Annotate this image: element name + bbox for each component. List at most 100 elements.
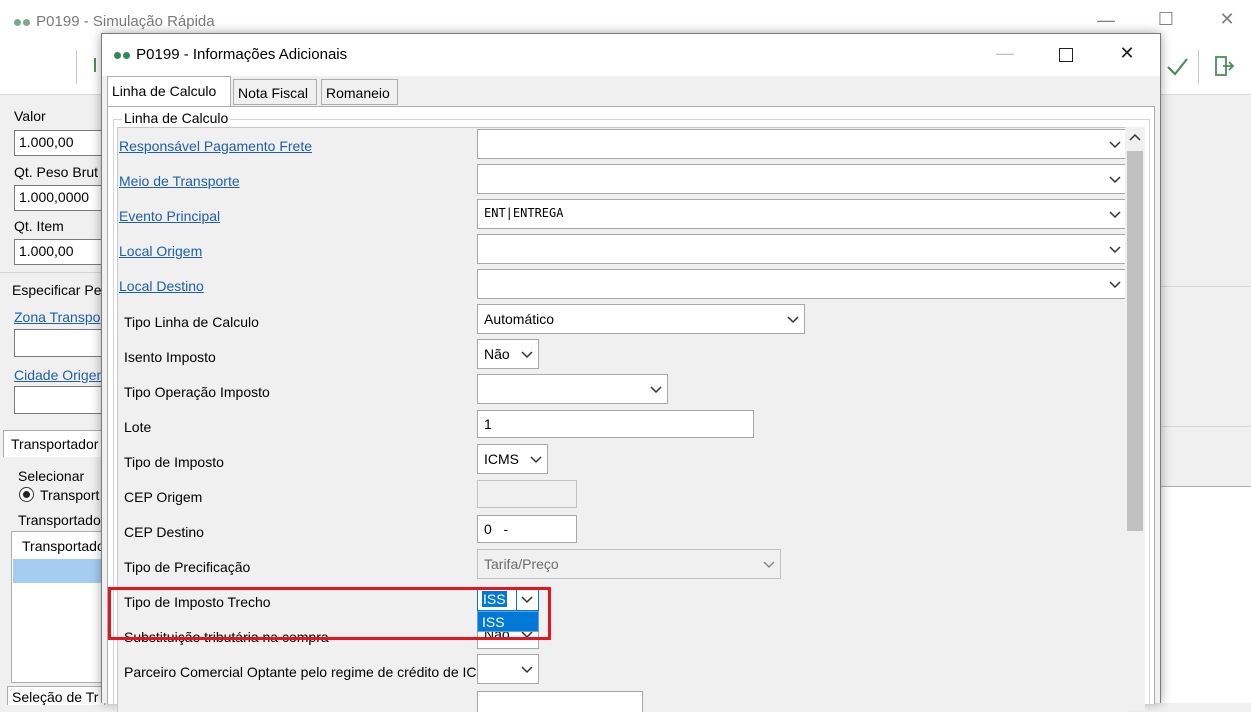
toolbar-separator	[76, 50, 77, 84]
tab-linha-de-calculo[interactable]: Linha de Calculo	[107, 76, 231, 106]
exit-icon[interactable]	[1212, 54, 1236, 78]
cep-destino-label: CEP Destino	[124, 524, 204, 540]
selecionar-label: Selecionar	[18, 468, 85, 484]
dialog-title: P0199 - Informações Adicionais	[114, 46, 347, 63]
tipo-de-imposto-label: Tipo de Imposto	[124, 454, 224, 470]
toolbar-separator	[1198, 50, 1199, 84]
app-logo-icon	[14, 18, 21, 26]
tab-label: Linha de Calculo	[112, 83, 217, 99]
zona-link[interactable]: Zona Transpo	[14, 309, 100, 325]
local-origem-select[interactable]	[477, 234, 1127, 264]
chevron-down-icon	[787, 316, 799, 324]
transportado-group-label: Transportado	[18, 512, 101, 528]
lote-input[interactable]: 1	[477, 410, 754, 438]
tipo-operacao-imposto-label: Tipo Operação Imposto	[124, 384, 270, 400]
chevron-down-icon	[521, 666, 533, 674]
group-title: Linha de Calculo	[122, 110, 231, 126]
highlight-box	[108, 587, 551, 640]
app-logo-icon	[114, 51, 121, 59]
especificar-label: Especificar Pe	[12, 282, 102, 298]
isento-imposto-label: Isento Imposto	[124, 349, 216, 365]
tab-selecao-label: Seleção de Tr	[12, 689, 99, 705]
radio-dot	[23, 491, 30, 498]
tipo-de-precificacao-select: Tarifa/Preço	[477, 549, 781, 579]
chevron-down-icon	[1109, 281, 1121, 289]
maximize-icon[interactable]: ☐	[1146, 9, 1186, 30]
valor-field[interactable]: 1.000,00	[14, 130, 114, 156]
peso-label: Qt. Peso Brut	[14, 164, 99, 180]
confirm-check-icon[interactable]	[1165, 54, 1189, 78]
scroll-up-icon[interactable]	[1128, 131, 1142, 145]
select-value: Não	[484, 346, 510, 362]
tipo-de-imposto-select[interactable]: ICMS	[477, 444, 548, 474]
local-origem-link[interactable]: Local Origem	[119, 243, 202, 259]
chevron-down-icon	[530, 456, 542, 464]
dialog-title-text: P0199 - Informações Adicionais	[136, 46, 348, 63]
tab-selecao[interactable]: Seleção de Tr	[7, 686, 105, 705]
select-value: Automático	[484, 311, 555, 327]
transport-radio[interactable]	[19, 487, 34, 502]
meio-de-transporte-select[interactable]	[477, 164, 1127, 194]
responsavel-pagamento-frete-link[interactable]: Responsável Pagamento Frete	[119, 138, 312, 154]
bg-title-text: P0199 - Simulação Rápida	[36, 13, 215, 30]
tab-nota-fiscal[interactable]: Nota Fiscal	[233, 79, 317, 105]
tipo-linha-de-calculo-label: Tipo Linha de Calculo	[124, 314, 259, 330]
background-window-title: P0199 - Simulação Rápida	[14, 13, 215, 30]
chevron-down-icon	[1109, 246, 1121, 254]
tab-transportador[interactable]: Transportador	[3, 430, 105, 457]
chevron-down-icon	[521, 351, 533, 359]
chevron-down-icon	[1109, 176, 1121, 184]
dialog-maximize-icon[interactable]	[1059, 48, 1073, 62]
app-logo-icon	[23, 18, 30, 26]
app-logo-icon	[123, 51, 130, 59]
tab-transportador-label: Transportador	[11, 436, 99, 452]
chevron-down-icon	[1109, 141, 1121, 149]
transport-radio-label: Transport	[40, 487, 100, 503]
select-value: ICMS	[484, 451, 519, 467]
cep-destino-input[interactable]: 0 -	[477, 515, 577, 543]
minimize-icon[interactable]: —	[1086, 10, 1126, 31]
tab-label: Nota Fiscal	[238, 85, 309, 101]
local-destino-select[interactable]	[477, 269, 1127, 299]
close-icon[interactable]: ✕	[1207, 9, 1247, 30]
evento-principal-select[interactable]: ENT|ENTREGA	[477, 199, 1127, 229]
dialog-titlebar: P0199 - Informações Adicionais — ✕	[102, 34, 1160, 76]
vertical-scrollbar[interactable]	[1125, 127, 1145, 711]
item-label: Qt. Item	[14, 218, 64, 234]
grid-column-header: Transportado	[22, 538, 105, 554]
parceiro-comercial-label: Parceiro Comercial Optante pelo regime d…	[124, 664, 476, 680]
peso-field[interactable]: 1.000,0000	[14, 185, 114, 211]
table-row[interactable]	[13, 559, 104, 583]
local-destino-link[interactable]: Local Destino	[119, 278, 204, 294]
tab-label: Romaneio	[326, 85, 390, 101]
scrollbar-thumb[interactable]	[1127, 151, 1143, 531]
divider	[1159, 426, 1251, 427]
background-grid-area	[1159, 486, 1251, 703]
chevron-down-icon	[1109, 211, 1121, 219]
parceiro-comercial-select[interactable]	[477, 654, 539, 684]
meio-de-transporte-link[interactable]: Meio de Transporte	[119, 173, 240, 189]
cep-origem-label: CEP Origem	[124, 489, 203, 505]
cep-origem-input	[477, 480, 577, 508]
cidade-field[interactable]	[14, 386, 114, 414]
cidade-link[interactable]: Cidade Origen	[14, 367, 104, 383]
tipo-operacao-imposto-select[interactable]	[477, 374, 668, 404]
dialog-minimize-icon: —	[996, 43, 1014, 63]
select-value: Tarifa/Preço	[484, 556, 559, 572]
lote-label: Lote	[124, 419, 152, 435]
tipo-de-precificacao-label: Tipo de Precificação	[124, 559, 251, 575]
isento-imposto-select[interactable]: Não	[477, 339, 539, 369]
divider	[1159, 286, 1251, 287]
valor-label: Valor	[14, 108, 46, 124]
zona-field[interactable]	[14, 329, 114, 357]
dialog-close-icon[interactable]: ✕	[1107, 43, 1147, 64]
divider	[0, 272, 101, 273]
item-field[interactable]: 1.000,00	[14, 239, 114, 265]
tipo-linha-de-calculo-select[interactable]: Automático	[477, 304, 805, 334]
tab-romaneio[interactable]: Romaneio	[321, 79, 398, 105]
transportado-grid[interactable]: Transportado	[11, 531, 105, 683]
chevron-down-icon	[650, 386, 662, 394]
responsavel-pagamento-frete-select[interactable]	[477, 129, 1127, 159]
select-value: ENT|ENTREGA	[484, 206, 564, 220]
evento-principal-link[interactable]: Evento Principal	[119, 208, 220, 224]
